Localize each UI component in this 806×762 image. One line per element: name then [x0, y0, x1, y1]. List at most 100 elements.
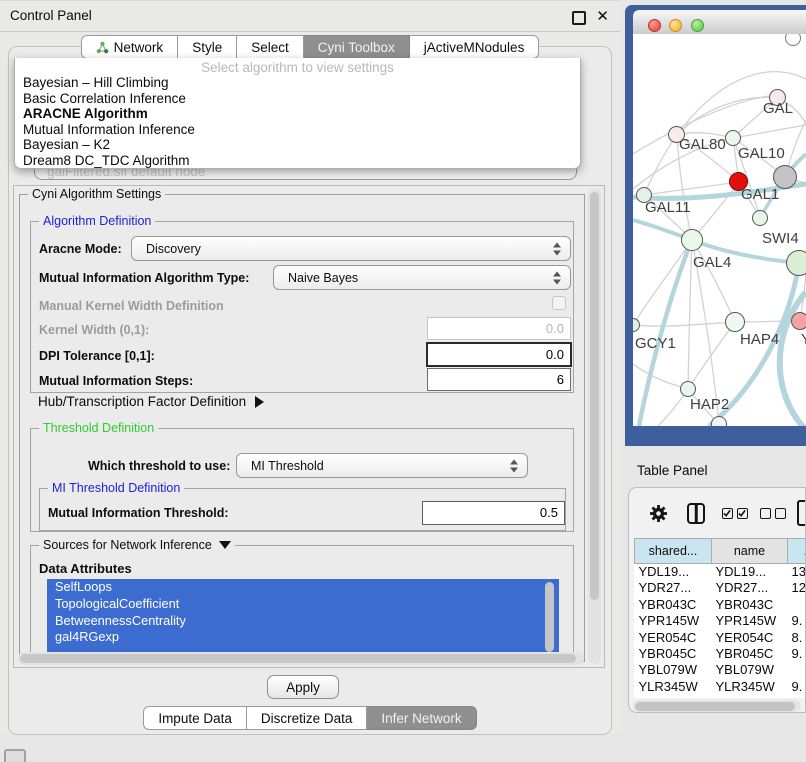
hub-tf-definition-expander[interactable]: Hub/Transcription Factor Definition [38, 394, 264, 409]
aracne-mode-combobox[interactable]: Discovery [131, 236, 571, 261]
attribute-betweennesscentrality[interactable]: BetweennessCentrality [47, 613, 559, 630]
algorithm-dropdown-prompt: Select algorithm to view settings [15, 60, 580, 75]
cell[interactable]: YIL052C [635, 695, 712, 698]
cell[interactable]: YIL052C [712, 695, 788, 698]
minimized-panel-chip[interactable] [4, 749, 26, 762]
select-all-unchecked-icon[interactable] [760, 508, 790, 526]
cell[interactable]: YBL079W [635, 662, 712, 678]
cell[interactable]: YPR145W [712, 613, 788, 629]
table-row[interactable]: YDR27...YDR27...12 [635, 580, 806, 596]
split-columns-icon[interactable] [687, 503, 705, 524]
algorithm-option-basic-correlation[interactable]: Basic Correlation Inference [15, 91, 580, 107]
column-header-name[interactable]: name [712, 539, 788, 564]
which-threshold-combobox[interactable]: MI Threshold [236, 453, 528, 478]
algorithm-option-bayesian-hill-climbing[interactable]: Bayesian – Hill Climbing [15, 75, 580, 91]
cell[interactable] [788, 597, 806, 613]
cell[interactable]: 13 [788, 564, 806, 581]
manual-kernel-checkbox[interactable] [552, 296, 566, 310]
network-node-unlabeled-green[interactable] [752, 210, 768, 226]
table-horizontal-scrollbar-thumb[interactable] [635, 702, 795, 711]
table-row[interactable]: YBL079WYBL079W [635, 662, 806, 678]
cell[interactable]: 12 [788, 580, 806, 596]
tab-select[interactable]: Select [237, 35, 304, 59]
cell[interactable]: 9. [788, 646, 806, 662]
cell[interactable]: 8. [788, 630, 806, 646]
minimize-traffic-light-icon[interactable] [669, 19, 682, 32]
tab-impute-data[interactable]: Impute Data [143, 706, 247, 730]
algorithm-option-dream8[interactable]: Dream8 DC_TDC Algorithm [15, 153, 580, 169]
tab-network[interactable]: Network [81, 35, 179, 59]
cell[interactable]: YER054C [712, 630, 788, 646]
attribute-list-scrollbar[interactable] [545, 582, 554, 652]
column-header-partial[interactable]: A [788, 539, 806, 564]
mi-steps-label: Mutual Information Steps: [39, 374, 193, 388]
table-row[interactable]: YBR043CYBR043C [635, 597, 806, 613]
network-node-gal10[interactable] [725, 130, 741, 146]
table-row[interactable]: YER054CYER054C8. [635, 630, 806, 646]
attribute-selfloops[interactable]: SelfLoops [47, 579, 559, 596]
algorithm-option-aracne[interactable]: ARACNE Algorithm [15, 106, 580, 122]
close-window-icon[interactable]: ✕ [596, 7, 609, 25]
cell[interactable] [788, 662, 806, 678]
cell[interactable]: YER054C [635, 630, 712, 646]
network-node-label: GAL1 [741, 186, 779, 203]
document-icon[interactable] [797, 500, 806, 526]
network-node-gal4[interactable] [681, 229, 703, 251]
column-header-shared-name[interactable]: shared... [635, 539, 712, 564]
settings-gear-icon[interactable] [648, 503, 669, 529]
cell[interactable]: YBR043C [712, 597, 788, 613]
settings-vertical-scrollbar-thumb[interactable] [590, 192, 599, 600]
network-node-hap4[interactable] [725, 312, 745, 332]
mi-threshold-field[interactable]: 0.5 [422, 501, 565, 525]
network-node-salmon[interactable] [791, 312, 806, 330]
close-traffic-light-icon[interactable] [648, 19, 661, 32]
cell[interactable]: YBR045C [712, 646, 788, 662]
cell[interactable]: YLR345W [712, 679, 788, 695]
tab-style[interactable]: Style [178, 35, 237, 59]
cell[interactable]: YBR043C [635, 597, 712, 613]
kernel-width-field[interactable]: 0.0 [427, 317, 571, 340]
cyni-algorithm-settings-group: Cyni Algorithm Settings Algorithm Defini… [19, 194, 585, 662]
cell[interactable]: YDR27... [635, 580, 712, 596]
table-row[interactable]: YBR045CYBR045C9. [635, 646, 806, 662]
mi-type-combobox[interactable]: Naive Bayes [273, 265, 571, 290]
cell[interactable]: YDL19... [635, 564, 712, 581]
table-row[interactable]: YLR345WYLR345W9. [635, 679, 806, 695]
network-node-label: GCY1 [635, 335, 676, 352]
cell[interactable]: YPR145W [635, 613, 712, 629]
settings-horizontal-scrollbar-thumb[interactable] [20, 654, 576, 663]
cell[interactable]: 9 [788, 695, 806, 698]
tab-infer-network[interactable]: Infer Network [367, 706, 476, 730]
algorithm-option-mutual-information[interactable]: Mutual Information Inference [15, 122, 580, 138]
tab-discretize-data[interactable]: Discretize Data [247, 706, 368, 730]
select-all-checked-icon[interactable] [722, 508, 752, 526]
cell[interactable]: 9. [788, 613, 806, 629]
cell[interactable]: YDR27... [712, 580, 788, 596]
apply-button[interactable]: Apply [267, 675, 339, 699]
float-window-icon[interactable] [572, 11, 586, 25]
table-row[interactable]: YIL052CYIL052C9 [635, 695, 806, 698]
mi-steps-field[interactable]: 6 [427, 368, 571, 391]
attribute-gal4rgexp[interactable]: gal4RGexp [47, 629, 559, 646]
cell[interactable]: YBL079W [712, 662, 788, 678]
network-node-swi4[interactable] [786, 250, 806, 276]
cell[interactable]: YDL19... [712, 564, 788, 581]
network-node-unlabeled-bottom[interactable] [711, 416, 727, 426]
cell[interactable]: 9. [788, 679, 806, 695]
network-node-hap2[interactable] [680, 381, 696, 397]
algorithm-option-bayesian-k2[interactable]: Bayesian – K2 [15, 137, 580, 153]
network-node-label: GAL [763, 100, 793, 117]
cell[interactable]: YBR045C [635, 646, 712, 662]
attribute-topologicalcoefficient[interactable]: TopologicalCoefficient [47, 596, 559, 613]
cell[interactable]: YLR345W [635, 679, 712, 695]
zoom-traffic-light-icon[interactable] [691, 19, 704, 32]
table-horizontal-scrollbar [633, 700, 801, 712]
tab-cyni-toolbox[interactable]: Cyni Toolbox [304, 35, 410, 59]
network-canvas[interactable]: GAL GAL80 GAL10 GAL1 GAL11 SWI4 GAL4 GCY… [633, 34, 806, 426]
table-row[interactable]: YPR145WYPR145W9. [635, 613, 806, 629]
table-row[interactable]: YDL19...YDL19...13 [635, 564, 806, 581]
aracne-mode-label: Aracne Mode: [39, 242, 122, 256]
dpi-tolerance-field[interactable]: 0.0 [426, 342, 572, 367]
tab-jactivemnodules[interactable]: jActiveMNodules [410, 35, 540, 59]
mi-type-label: Mutual Information Algorithm Type: [39, 271, 249, 285]
